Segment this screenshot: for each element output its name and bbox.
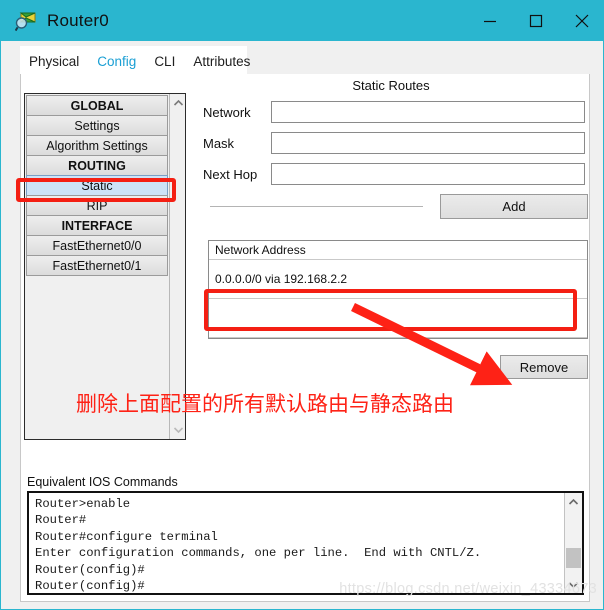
close-icon[interactable] <box>559 1 603 41</box>
window-title: Router0 <box>47 11 109 30</box>
next-hop-input[interactable] <box>271 163 585 185</box>
network-field-row: Network <box>203 100 585 124</box>
network-input[interactable] <box>271 101 585 123</box>
table-row[interactable]: 0.0.0.0/0 via 192.168.2.2 <box>209 260 587 299</box>
tab-attributes[interactable]: Attributes <box>184 52 259 72</box>
next-hop-label: Next Hop <box>203 166 258 182</box>
config-sidebar-list: GLOBAL Settings Algorithm Settings ROUTI… <box>25 94 169 439</box>
mask-field-row: Mask <box>203 131 585 155</box>
window-titlebar: Router0 <box>1 1 603 41</box>
config-sidebar: GLOBAL Settings Algorithm Settings ROUTI… <box>24 93 186 440</box>
sidebar-item-interface: INTERFACE <box>26 215 168 236</box>
next-hop-field-row: Next Hop <box>203 162 585 186</box>
ios-console-scrollbar[interactable] <box>564 493 582 593</box>
network-address-column-header: Network Address <box>209 241 587 260</box>
sidebar-item-global: GLOBAL <box>26 95 168 116</box>
table-row[interactable] <box>209 299 587 338</box>
tab-cli[interactable]: CLI <box>145 52 184 72</box>
static-routes-title: Static Routes <box>352 78 430 93</box>
ios-commands-label: Equivalent IOS Commands <box>27 475 178 489</box>
window-controls <box>467 1 603 41</box>
chevron-up-icon[interactable] <box>565 493 582 510</box>
remove-button[interactable]: Remove <box>500 355 588 379</box>
tab-physical[interactable]: Physical <box>20 52 88 72</box>
scrollbar-thumb[interactable] <box>566 548 581 568</box>
sidebar-item-static[interactable]: Static <box>26 175 168 196</box>
window-content: Physical Config CLI Attributes GLOBAL Se… <box>2 41 603 609</box>
network-label: Network <box>203 104 251 120</box>
config-panel: GLOBAL Settings Algorithm Settings ROUTI… <box>20 74 590 602</box>
add-button[interactable]: Add <box>440 194 588 219</box>
sidebar-item-fastethernet0-1[interactable]: FastEthernet0/1 <box>26 255 168 276</box>
sidebar-item-fastethernet0-0[interactable]: FastEthernet0/0 <box>26 235 168 256</box>
network-address-list[interactable]: Network Address 0.0.0.0/0 via 192.168.2.… <box>208 240 588 339</box>
packet-tracer-router-icon <box>14 10 37 32</box>
tab-config[interactable]: Config <box>88 52 145 79</box>
mask-label: Mask <box>203 135 235 151</box>
sidebar-item-algorithm-settings[interactable]: Algorithm Settings <box>26 135 168 156</box>
watermark: https://blog.csdn.net/weixin_43334673 <box>339 581 597 597</box>
maximize-icon[interactable] <box>513 1 559 41</box>
router-config-window: Router0 Physical Config CLI Attributes G… <box>0 0 604 610</box>
ios-commands-text: Router>enable Router# Router#configure t… <box>35 497 482 593</box>
sidebar-item-settings[interactable]: Settings <box>26 115 168 136</box>
chevron-up-icon[interactable] <box>170 95 186 111</box>
minimize-icon[interactable] <box>467 1 513 41</box>
sidebar-item-routing: ROUTING <box>26 155 168 176</box>
form-divider <box>210 206 423 207</box>
sidebar-scrollbar[interactable] <box>169 94 185 439</box>
mask-input[interactable] <box>271 132 585 154</box>
sidebar-item-rip[interactable]: RIP <box>26 195 168 216</box>
chevron-down-icon[interactable] <box>170 422 186 438</box>
ios-commands-console[interactable]: Router>enable Router# Router#configure t… <box>27 491 584 595</box>
